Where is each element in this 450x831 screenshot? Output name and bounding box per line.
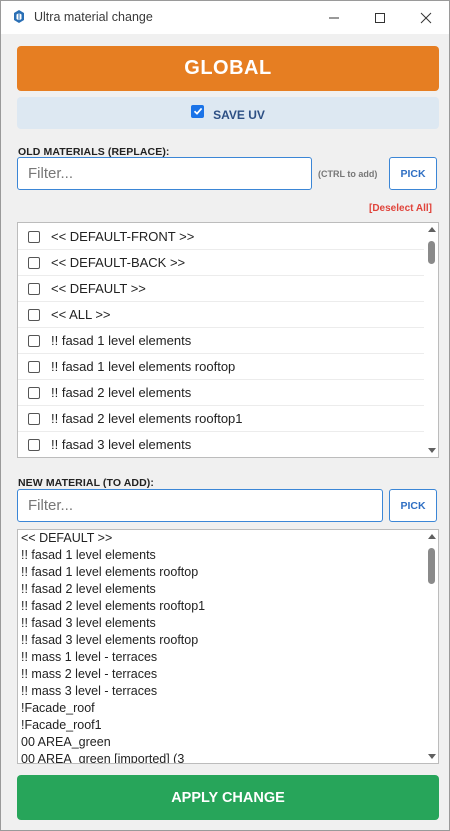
checkbox[interactable]	[28, 282, 40, 295]
checkbox[interactable]	[28, 230, 40, 243]
list-item-label: !! fasad 3 level elements	[51, 437, 192, 452]
list-item[interactable]: !! mass 1 level - terraces	[21, 649, 157, 666]
list-item[interactable]: !! fasad 2 level elements	[18, 380, 424, 406]
list-item[interactable]: !! mass 2 level - terraces	[21, 666, 157, 683]
checkbox[interactable]	[28, 256, 40, 269]
list-item[interactable]: !! mass 3 level - terraces	[21, 683, 157, 700]
checkbox[interactable]	[28, 334, 40, 347]
list-item[interactable]: !! fasad 3 level elements	[21, 615, 156, 632]
list-item[interactable]: !! fasad 1 level elements	[21, 547, 156, 564]
old-materials-list[interactable]: << DEFAULT-FRONT >> << DEFAULT-BACK >> <…	[17, 222, 439, 458]
list-item[interactable]: << ALL >>	[18, 302, 424, 328]
list-item[interactable]: << DEFAULT-BACK >>	[18, 250, 424, 276]
list-item[interactable]: !! fasad 1 level elements rooftop	[18, 354, 424, 380]
old-materials-filter-input[interactable]	[17, 157, 312, 190]
global-button[interactable]: GLOBAL	[17, 46, 439, 91]
list-item-label: << DEFAULT-BACK >>	[51, 255, 186, 270]
list-item[interactable]: !! fasad 3 level elements	[18, 432, 424, 457]
minimize-button[interactable]	[311, 1, 357, 34]
close-button[interactable]	[403, 1, 449, 34]
old-materials-pick-button[interactable]: PICK	[389, 157, 437, 190]
list-item[interactable]: !Facade_roof	[21, 700, 95, 717]
save-uv-checkbox[interactable]	[191, 104, 205, 118]
close-icon	[420, 12, 432, 23]
list-item[interactable]: !! fasad 2 level elements	[21, 581, 156, 598]
new-list-scrollbar[interactable]	[426, 530, 438, 763]
ctrl-hint: (CTRL to add)	[318, 169, 378, 179]
scroll-down-arrow-icon[interactable]	[428, 754, 436, 759]
new-material-list[interactable]: << DEFAULT >> !! fasad 1 level elements …	[17, 529, 439, 764]
scrollbar-thumb[interactable]	[428, 548, 435, 584]
list-item[interactable]: << DEFAULT >>	[21, 530, 112, 547]
list-item[interactable]: !! fasad 2 level elements rooftop1	[21, 598, 205, 615]
list-item[interactable]: !! fasad 1 level elements	[18, 328, 424, 354]
list-item-label: << ALL >>	[51, 307, 111, 322]
scroll-up-arrow-icon[interactable]	[428, 534, 436, 539]
list-item-label: << DEFAULT-FRONT >>	[51, 229, 195, 244]
list-item-label: !! fasad 2 level elements rooftop1	[51, 411, 243, 426]
apply-change-label: APPLY CHANGE	[171, 789, 285, 806]
list-item-label: !! fasad 1 level elements	[51, 333, 192, 348]
scroll-up-arrow-icon[interactable]	[428, 227, 436, 232]
list-item-label: !! fasad 2 level elements	[51, 385, 192, 400]
checkbox[interactable]	[28, 438, 40, 451]
window-title: Ultra material change	[34, 10, 153, 24]
sketchup-icon	[14, 10, 24, 23]
list-item[interactable]: !Facade_roof1	[21, 717, 102, 734]
list-item-label: << DEFAULT >>	[51, 281, 146, 296]
list-item[interactable]: !! fasad 1 level elements rooftop	[21, 564, 198, 581]
list-item[interactable]: << DEFAULT >>	[18, 276, 424, 302]
list-item[interactable]: !! fasad 3 level elements rooftop	[21, 632, 198, 649]
apply-change-button[interactable]: APPLY CHANGE	[17, 775, 439, 820]
global-button-label: GLOBAL	[184, 57, 272, 79]
list-item[interactable]: 00 AREA_green [imported] (3	[21, 751, 184, 763]
scroll-down-arrow-icon[interactable]	[428, 448, 436, 453]
new-material-pick-button[interactable]: PICK	[389, 489, 437, 522]
list-item-label: !! fasad 1 level elements rooftop	[51, 359, 236, 374]
new-material-label: NEW MATERIAL (TO ADD):	[18, 477, 154, 489]
list-item[interactable]: !! fasad 2 level elements rooftop1	[18, 406, 424, 432]
minimize-icon	[329, 17, 339, 18]
maximize-icon	[375, 12, 385, 23]
checkbox[interactable]	[28, 412, 40, 425]
maximize-button[interactable]	[357, 1, 403, 34]
scrollbar-thumb[interactable]	[428, 241, 435, 264]
checkbox[interactable]	[28, 360, 40, 373]
title-bar: Ultra material change	[1, 1, 449, 34]
old-list-scrollbar[interactable]	[426, 223, 438, 457]
list-item[interactable]: 00 AREA_green	[21, 734, 111, 751]
deselect-all-link[interactable]: [Deselect All]	[369, 203, 432, 214]
save-uv-label: SAVE UV	[213, 108, 265, 122]
new-material-filter-input[interactable]	[17, 489, 383, 522]
checkmark-icon	[193, 107, 202, 115]
checkbox[interactable]	[28, 308, 40, 321]
save-uv-toggle[interactable]: SAVE UV	[17, 97, 439, 129]
list-item[interactable]: << DEFAULT-FRONT >>	[18, 224, 424, 250]
checkbox[interactable]	[28, 386, 40, 399]
